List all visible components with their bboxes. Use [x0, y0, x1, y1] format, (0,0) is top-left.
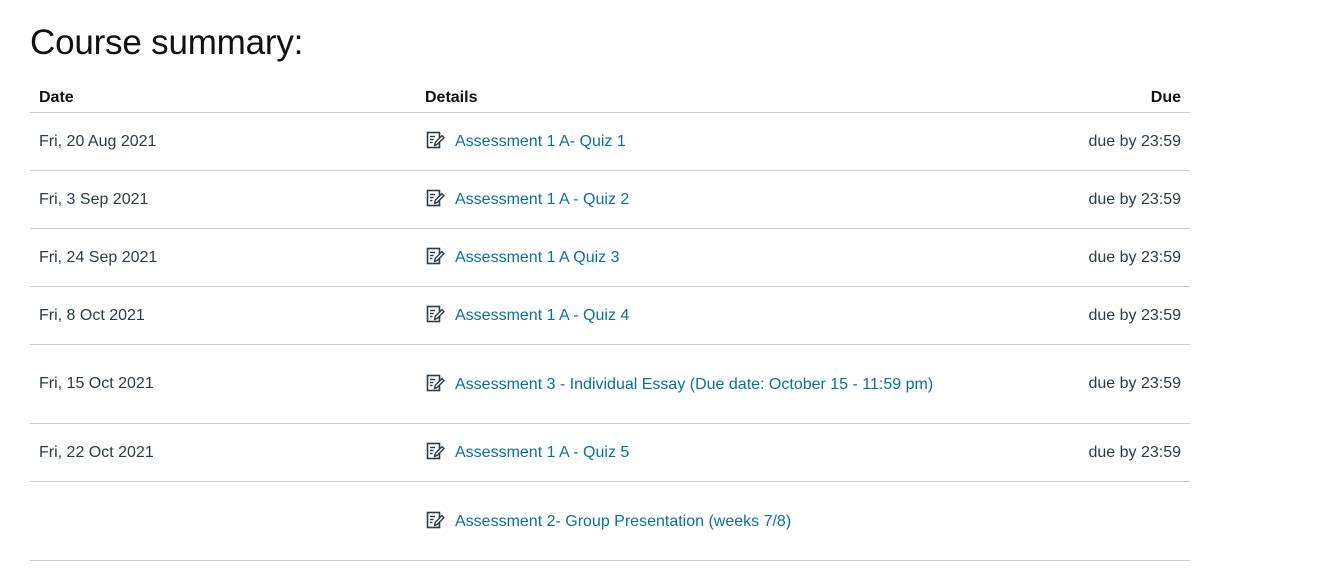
assignment-link[interactable]: Assessment 1 A- Quiz 1	[455, 131, 626, 153]
row-details: Assessment 1 A - Quiz 4	[416, 286, 954, 345]
row-due: due by 23:59	[954, 228, 1190, 287]
row-details: Assessment 1 A- Quiz 1	[416, 112, 954, 171]
quiz-icon	[425, 441, 445, 461]
row-due: due by 23:59	[954, 423, 1190, 482]
row-date: Fri, 22 Oct 2021	[30, 423, 416, 482]
row-due: due by 23:59	[954, 170, 1190, 229]
row-due: due by 23:59	[954, 344, 1190, 424]
assignment-link[interactable]: Assessment 1 A - Quiz 2	[455, 189, 629, 211]
row-details: Assessment 1 A Quiz 3	[416, 228, 954, 287]
table-row: Assessment 2- Group Presentation (weeks …	[30, 481, 1190, 561]
row-date: Fri, 24 Sep 2021	[30, 228, 416, 287]
assignment-link[interactable]: Assessment 2- Group Presentation (weeks …	[455, 513, 791, 530]
row-date: Fri, 15 Oct 2021	[30, 344, 416, 424]
table-row: Fri, 8 Oct 2021 Assessment 1 A - Quiz 4 …	[30, 286, 1190, 345]
assignment-link[interactable]: Assessment 1 A - Quiz 5	[455, 442, 629, 464]
row-details: Assessment 3 - Individual Essay (Due dat…	[416, 344, 954, 424]
quiz-icon	[425, 304, 445, 324]
table-row: Fri, 24 Sep 2021 Assessment 1 A Quiz 3 d…	[30, 228, 1190, 287]
table-header-row: Date Details Due	[30, 84, 1190, 113]
table-row: Fri, 15 Oct 2021 Assessment 3 - Individu…	[30, 344, 1190, 424]
row-due	[954, 481, 1190, 561]
row-details: Assessment 1 A - Quiz 2	[416, 170, 954, 229]
quiz-icon	[425, 188, 445, 208]
header-date: Date	[30, 84, 416, 113]
summary-table: Date Details Due Fri, 20 Aug 2021 Assess…	[30, 84, 1190, 561]
row-date: Fri, 8 Oct 2021	[30, 286, 416, 345]
quiz-icon	[425, 510, 445, 530]
quiz-icon	[425, 373, 445, 393]
assignment-link[interactable]: Assessment 3 - Individual Essay (Due dat…	[455, 376, 933, 393]
row-details: Assessment 1 A - Quiz 5	[416, 423, 954, 482]
row-date	[30, 481, 416, 561]
table-row: Fri, 20 Aug 2021 Assessment 1 A- Quiz 1 …	[30, 112, 1190, 171]
header-details: Details	[416, 84, 954, 113]
assignment-link[interactable]: Assessment 1 A Quiz 3	[455, 247, 620, 269]
row-due: due by 23:59	[954, 112, 1190, 171]
quiz-icon	[425, 246, 445, 266]
row-date: Fri, 3 Sep 2021	[30, 170, 416, 229]
table-row: Fri, 22 Oct 2021 Assessment 1 A - Quiz 5…	[30, 423, 1190, 482]
assignment-link[interactable]: Assessment 1 A - Quiz 4	[455, 305, 629, 327]
header-due: Due	[954, 84, 1190, 113]
row-due: due by 23:59	[954, 286, 1190, 345]
page-title: Course summary:	[30, 23, 304, 62]
row-details: Assessment 2- Group Presentation (weeks …	[416, 481, 954, 561]
quiz-icon	[425, 130, 445, 150]
table-row: Fri, 3 Sep 2021 Assessment 1 A - Quiz 2 …	[30, 170, 1190, 229]
row-date: Fri, 20 Aug 2021	[30, 112, 416, 171]
